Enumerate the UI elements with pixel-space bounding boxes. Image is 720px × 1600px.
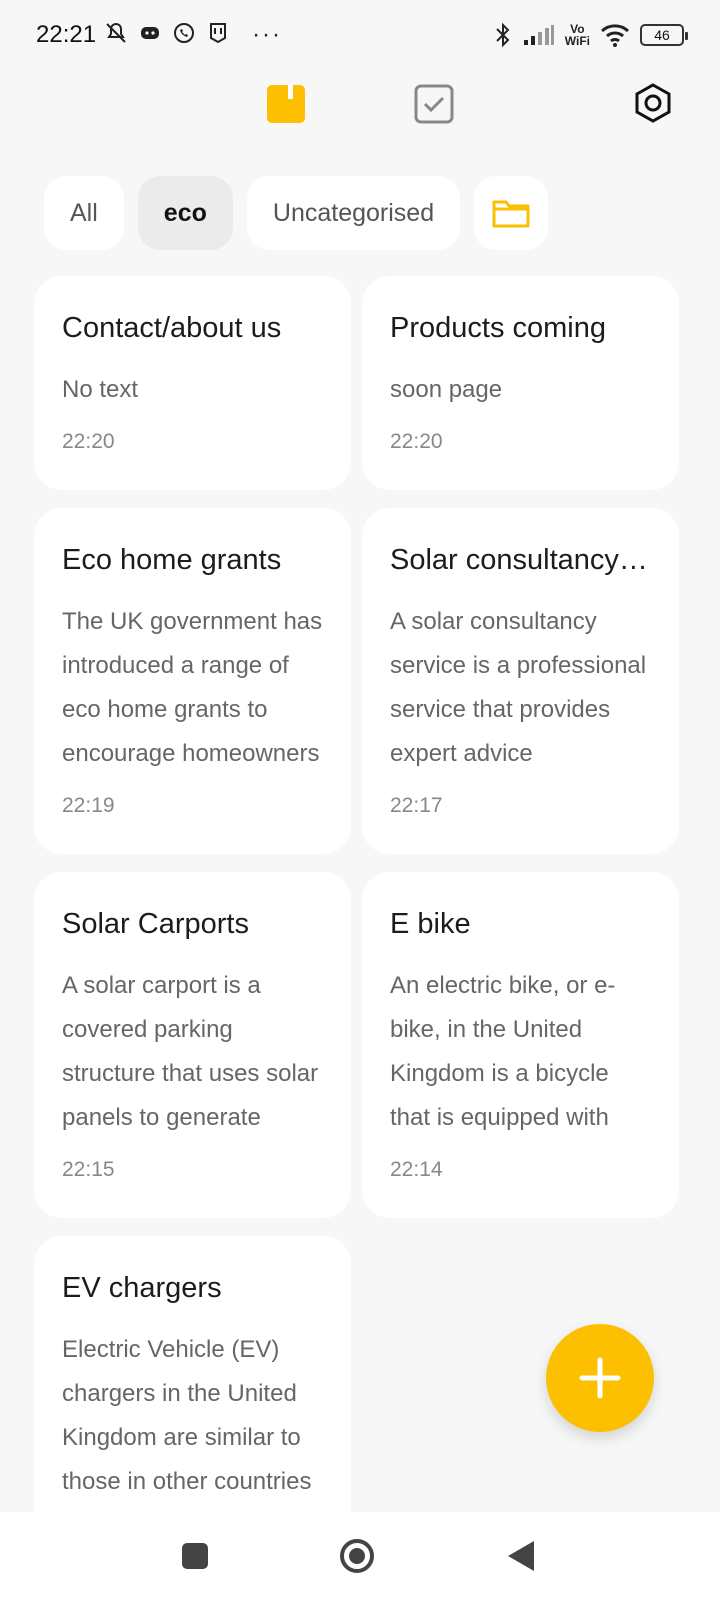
note-title: Eco home grants — [62, 544, 282, 576]
notes-tab[interactable] — [266, 84, 306, 124]
mute-icon — [104, 21, 128, 50]
note-preview: A solar carport is a covered parking str… — [62, 972, 319, 1131]
note-card[interactable]: EV chargers Electric Vehicle (EV) charge… — [34, 1236, 351, 1536]
status-bar: 22:21 ··· Vo WiFi 46 — [0, 0, 720, 70]
note-time: 22:20 — [390, 430, 443, 453]
home-button[interactable] — [339, 1538, 375, 1579]
system-navigation-bar — [0, 1512, 720, 1600]
note-title: Contact/about us — [62, 312, 282, 344]
note-card[interactable]: Products coming soon page 22:20 — [362, 276, 679, 490]
back-button[interactable] — [506, 1540, 536, 1577]
category-chips: All eco Uncategorised — [44, 176, 549, 250]
note-preview: The UK government has introduced a range… — [62, 608, 323, 767]
note-title: E bike — [390, 908, 471, 940]
whatsapp-icon — [172, 21, 196, 50]
bluetooth-icon — [493, 22, 513, 48]
folder-icon — [492, 200, 530, 228]
back-icon — [508, 1541, 534, 1571]
note-preview: A solar consultancy service is a profess… — [390, 608, 647, 767]
note-card[interactable]: Solar Carports A solar carport is a cove… — [34, 872, 351, 1218]
app-notification-icon — [206, 21, 230, 50]
recents-icon — [182, 1543, 208, 1569]
signal-icon — [523, 24, 555, 46]
note-time: 22:17 — [390, 794, 443, 817]
home-icon — [340, 1539, 374, 1573]
note-card[interactable]: Solar consultancy service A solar consul… — [362, 508, 679, 854]
chip-eco[interactable]: eco — [137, 176, 233, 250]
note-title: Products coming — [390, 312, 606, 344]
settings-icon — [635, 83, 671, 123]
chip-all[interactable]: All — [44, 176, 124, 250]
note-time: 22:20 — [62, 430, 115, 453]
note-time: 22:19 — [62, 794, 115, 817]
discord-icon — [138, 21, 162, 50]
add-note-button[interactable] — [546, 1324, 654, 1432]
settings-button[interactable] — [632, 82, 674, 124]
note-card[interactable]: Eco home grants The UK government has in… — [34, 508, 351, 854]
note-title: Solar Carports — [62, 908, 249, 940]
top-navigation — [0, 76, 720, 132]
note-title: Solar consultancy service — [390, 544, 651, 576]
recents-button[interactable] — [181, 1542, 209, 1575]
notes-icon — [267, 85, 305, 123]
note-card[interactable]: Contact/about us No text 22:20 — [34, 276, 351, 490]
wifi-icon — [600, 23, 630, 47]
note-title: EV chargers — [62, 1272, 222, 1304]
note-preview: No text — [62, 376, 139, 403]
note-card[interactable]: E bike An electric bike, or e-bike, in t… — [362, 872, 679, 1218]
status-time: 22:21 — [36, 21, 97, 48]
note-time: 22:15 — [62, 1158, 115, 1181]
note-preview: Electric Vehicle (EV) chargers in the Un… — [62, 1336, 312, 1495]
battery-indicator: 46 — [640, 24, 688, 46]
note-preview: An electric bike, or e-bike, in the Unit… — [390, 972, 616, 1131]
chip-uncategorised[interactable]: Uncategorised — [246, 176, 461, 250]
note-time: 22:14 — [390, 1158, 443, 1181]
vowifi-indicator: Vo WiFi — [564, 22, 590, 48]
tasks-icon — [414, 84, 454, 124]
plus-icon — [579, 1357, 621, 1399]
note-preview: soon page — [390, 376, 503, 403]
more-notifications: ··· — [252, 21, 283, 48]
tasks-tab[interactable] — [414, 84, 454, 124]
manage-folders-button[interactable] — [474, 176, 549, 250]
